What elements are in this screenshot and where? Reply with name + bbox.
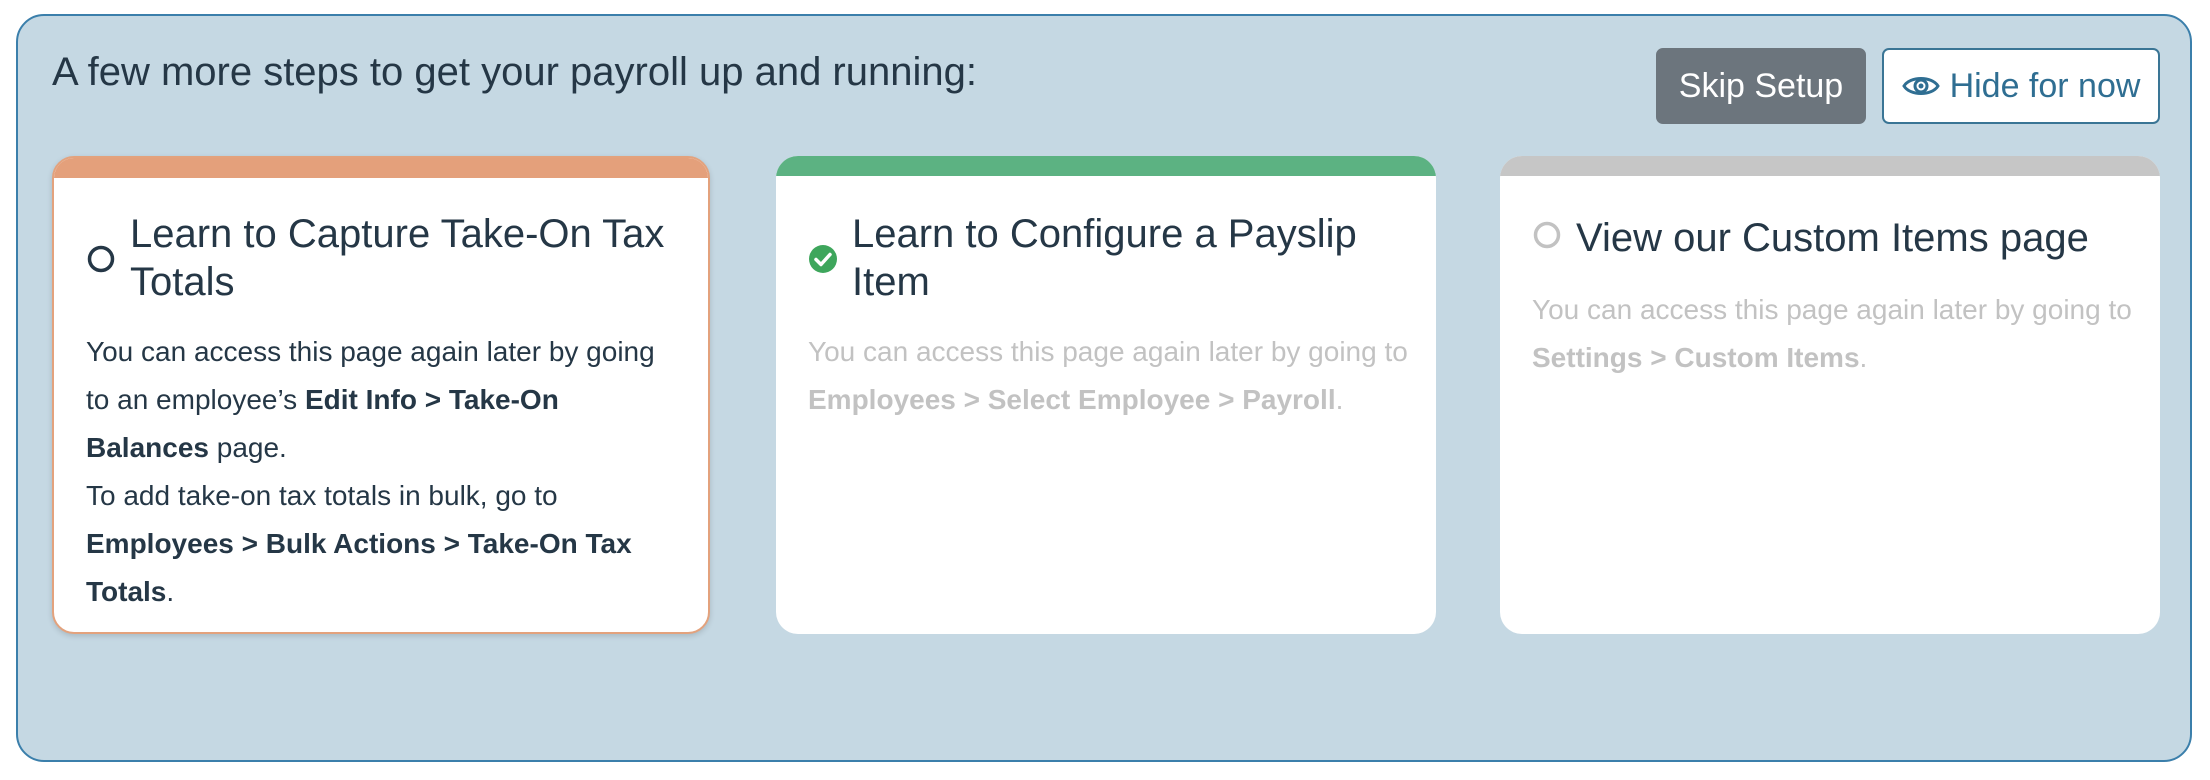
card-header: Learn to Configure a Payslip Item <box>808 210 1412 306</box>
circle-outline-icon <box>87 245 115 273</box>
card-description: You can access this page again later by … <box>86 328 684 616</box>
skip-setup-label: Skip Setup <box>1678 66 1844 105</box>
card-description: You can access this page again later by … <box>808 328 1412 424</box>
hide-for-now-label: Hide for now <box>1949 66 2141 105</box>
card-accent-bar <box>776 156 1436 176</box>
card-description: You can access this page again later by … <box>1532 286 2136 382</box>
hide-for-now-button[interactable]: Hide for now <box>1882 48 2160 124</box>
eye-icon <box>1901 77 1940 95</box>
body-text: To add take-on tax totals in bulk, go to <box>86 480 558 511</box>
body-text: . <box>1859 342 1868 373</box>
card-accent-bar <box>1500 156 2160 176</box>
card-title: View our Custom Items page <box>1576 216 2089 260</box>
check-circle-icon <box>809 245 837 273</box>
circle-outline-icon <box>1533 221 1561 249</box>
setup-step-card-payslip-item[interactable]: Learn to Configure a Payslip Item You ca… <box>776 156 1436 634</box>
card-accent-bar <box>54 158 708 178</box>
setup-step-card-custom-items[interactable]: View our Custom Items page You can acces… <box>1500 156 2160 634</box>
setup-step-card-take-on-tax-totals[interactable]: Learn to Capture Take-On Tax Totals You … <box>52 156 710 634</box>
setup-panel: A few more steps to get your payroll up … <box>16 14 2192 762</box>
navigation-path: Employees > Select Employee > Payroll <box>808 384 1336 415</box>
body-text: . <box>1335 384 1344 415</box>
body-text: You can access this page again later by … <box>1532 294 2132 325</box>
body-text: page. <box>208 432 287 463</box>
card-paragraph: You can access this page again later by … <box>808 328 1412 424</box>
card-title: Learn to Capture Take-On Tax Totals <box>130 212 665 304</box>
card-header: View our Custom Items page <box>1532 214 2136 262</box>
card-paragraph: To add take-on tax totals in bulk, go to… <box>86 472 684 616</box>
body-text: . <box>166 576 175 607</box>
card-paragraph: You can access this page again later by … <box>86 328 684 472</box>
body-text: You can access this page again later by … <box>808 336 1408 367</box>
card-header: Learn to Capture Take-On Tax Totals <box>86 210 684 306</box>
setup-heading: A few more steps to get your payroll up … <box>52 50 977 94</box>
card-title: Learn to Configure a Payslip Item <box>852 212 1357 304</box>
card-paragraph: You can access this page again later by … <box>1532 286 2136 382</box>
navigation-path: Settings > Custom Items <box>1532 342 1860 373</box>
skip-setup-button[interactable]: Skip Setup <box>1656 48 1866 124</box>
